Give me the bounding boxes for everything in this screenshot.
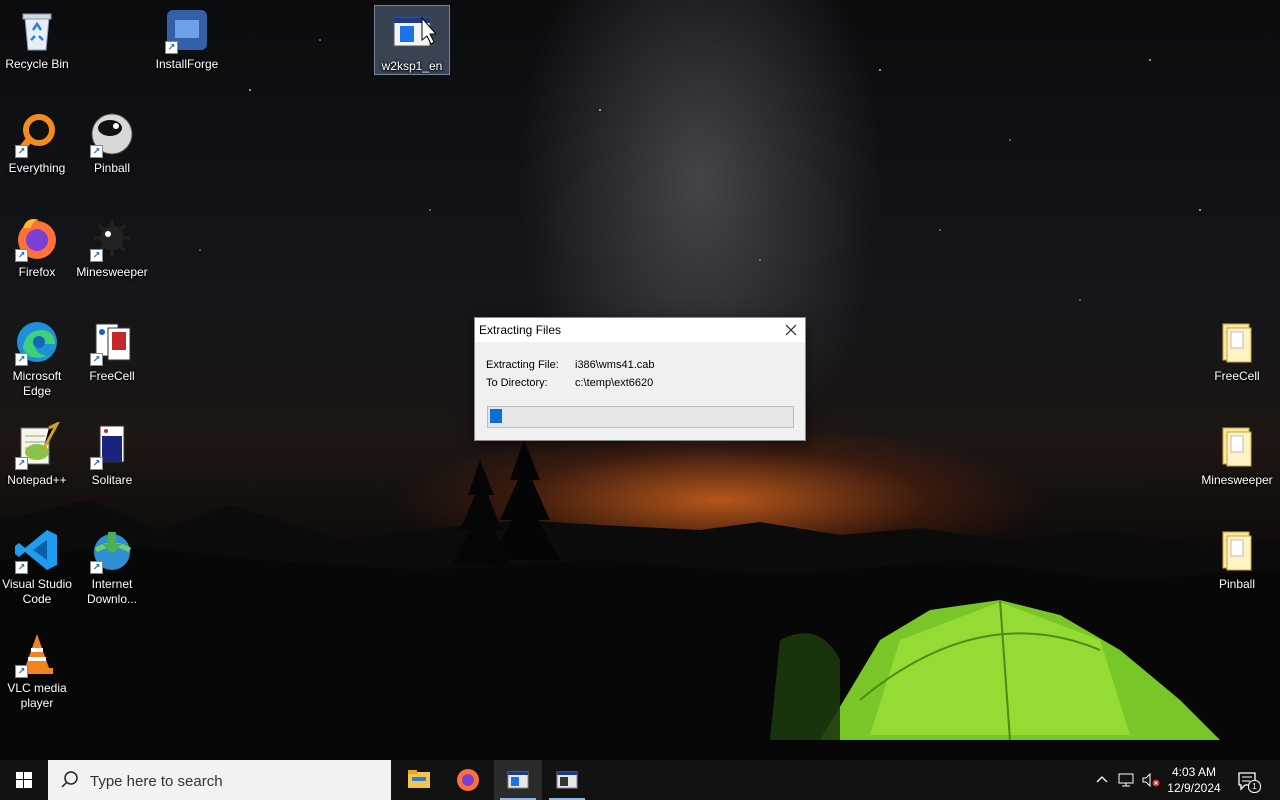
vlc-cone-icon: ↗ (13, 630, 61, 678)
to-directory-label: To Directory: (486, 377, 548, 389)
desktop-icon-w2ksp1-en[interactable]: w2ksp1_en (374, 5, 450, 75)
icon-label: Minesweeper (76, 265, 148, 279)
vscode-icon: ↗ (13, 526, 61, 574)
desktop-icon-microsoft-edge[interactable]: ↗ Microsoft Edge (0, 316, 74, 399)
firefox-icon: ↗ (13, 214, 61, 262)
icon-label: Firefox (18, 265, 56, 279)
taskbar-firefox[interactable] (444, 760, 492, 800)
taskbar-file-explorer[interactable] (395, 760, 443, 800)
icon-label: Pinball (1218, 577, 1256, 591)
close-icon[interactable] (783, 322, 799, 338)
taskbar-installer-window-1[interactable] (494, 760, 542, 800)
pinball-icon: ↗ (88, 110, 136, 158)
volume-muted-icon[interactable] (1141, 771, 1161, 794)
notepadpp-icon: ↗ (13, 420, 61, 470)
installer-window-icon (507, 771, 529, 789)
desktop-icon-firefox[interactable]: ↗ Firefox (0, 212, 74, 280)
extracting-file-value: i386\wms41.cab (575, 359, 655, 371)
clock-date: 12/9/2024 (1167, 781, 1221, 795)
desktop-icon-folder-freecell[interactable]: FreeCell (1200, 316, 1274, 384)
progress-fill (490, 409, 503, 423)
desktop-icon-minesweeper[interactable]: ↗ Minesweeper (75, 212, 149, 280)
installer-window-icon (388, 8, 438, 56)
icon-label: Everything (8, 161, 66, 175)
start-button[interactable] (0, 760, 48, 800)
shortcut-arrow-icon: ↗ (90, 145, 103, 158)
chevron-up-icon[interactable] (1094, 771, 1110, 792)
shortcut-arrow-icon: ↗ (90, 249, 103, 262)
shortcut-arrow-icon: ↗ (15, 665, 28, 678)
shortcut-arrow-icon: ↗ (15, 353, 28, 366)
mine-icon: ↗ (88, 214, 136, 262)
desktop-icon-everything[interactable]: ↗ Everything (0, 108, 74, 176)
search-input[interactable] (88, 769, 382, 793)
to-directory-value: c:\temp\ext6620 (575, 377, 654, 389)
icon-label: Minesweeper (1201, 473, 1273, 487)
recycle-bin-icon (13, 6, 61, 54)
shortcut-arrow-icon: ↗ (15, 249, 28, 262)
desktop-icon-vlc[interactable]: ↗ VLC media player (0, 628, 74, 711)
search-icon (60, 770, 80, 794)
desktop-icon-notepadpp[interactable]: ↗ Notepad++ (0, 420, 74, 488)
desktop-icon-solitare[interactable]: ↗ Solitare (75, 420, 149, 488)
taskbar: 4:03 AM 12/9/2024 1 (0, 760, 1280, 800)
taskbar-installer-window-2[interactable] (543, 760, 591, 800)
firefox-icon (457, 769, 479, 791)
icon-label: FreeCell (89, 369, 135, 383)
edge-icon: ↗ (13, 318, 61, 366)
icon-label: FreeCell (1214, 369, 1260, 383)
dialog-title: Extracting Files (479, 323, 562, 337)
shortcut-arrow-icon: ↗ (90, 457, 103, 470)
shortcut-arrow-icon: ↗ (15, 145, 28, 158)
idm-icon: ↗ (88, 526, 136, 574)
cards-icon: ↗ (88, 318, 136, 366)
installforge-icon: ↗ (163, 6, 211, 54)
desktop-icon-recycle-bin[interactable]: Recycle Bin (0, 4, 74, 72)
desktop-icon-installforge[interactable]: ↗ InstallForge (150, 4, 224, 72)
dialog-titlebar[interactable]: Extracting Files (475, 318, 805, 342)
windows-logo-icon (16, 772, 32, 788)
icon-label: VLC media player (7, 681, 67, 710)
notification-count-badge: 1 (1248, 780, 1261, 793)
extraction-progress-bar (487, 406, 794, 428)
desktop-icon-internet-download[interactable]: ↗ Internet Downlo... (75, 524, 149, 607)
icon-label: Solitare (91, 473, 133, 487)
shortcut-arrow-icon: ↗ (165, 41, 178, 54)
network-icon[interactable] (1117, 771, 1135, 794)
icon-label: Visual Studio Code (2, 577, 72, 606)
clock-time: 4:03 AM (1171, 765, 1217, 779)
extracting-files-dialog: Extracting Files Extracting File: i386\w… (474, 317, 806, 441)
file-explorer-icon (408, 770, 430, 788)
shortcut-arrow-icon: ↗ (90, 561, 103, 574)
desktop-icon-pinball[interactable]: ↗ Pinball (75, 108, 149, 176)
action-center-icon[interactable]: 1 (1236, 770, 1261, 793)
installer-window-icon (556, 771, 578, 789)
icon-label: InstallForge (155, 57, 219, 71)
icon-label: Notepad++ (7, 473, 67, 487)
solitaire-icon: ↗ (88, 422, 136, 470)
icon-label: Pinball (93, 161, 131, 175)
folder-icon (1213, 422, 1261, 470)
desktop: Recycle Bin ↗ InstallForge w2ksp1_en ↗ E… (0, 0, 1280, 760)
icon-label: Internet Downlo... (86, 577, 138, 606)
taskbar-clock[interactable]: 4:03 AM 12/9/2024 (1164, 764, 1224, 796)
magnifier-icon: ↗ (13, 110, 61, 158)
desktop-icon-freecell[interactable]: ↗ FreeCell (75, 316, 149, 384)
folder-icon (1213, 526, 1261, 574)
desktop-icon-folder-pinball[interactable]: Pinball (1200, 524, 1274, 592)
folder-icon (1213, 318, 1261, 366)
extracting-file-label: Extracting File: (486, 359, 559, 371)
shortcut-arrow-icon: ↗ (15, 457, 28, 470)
shortcut-arrow-icon: ↗ (90, 353, 103, 366)
icon-label: Microsoft Edge (12, 369, 62, 398)
desktop-icon-vscode[interactable]: ↗ Visual Studio Code (0, 524, 74, 607)
icon-label: Recycle Bin (5, 57, 69, 71)
icon-label: w2ksp1_en (381, 59, 443, 73)
shortcut-arrow-icon: ↗ (15, 561, 28, 574)
desktop-icon-folder-minesweeper[interactable]: Minesweeper (1200, 420, 1274, 488)
taskbar-search-box[interactable] (48, 760, 391, 800)
